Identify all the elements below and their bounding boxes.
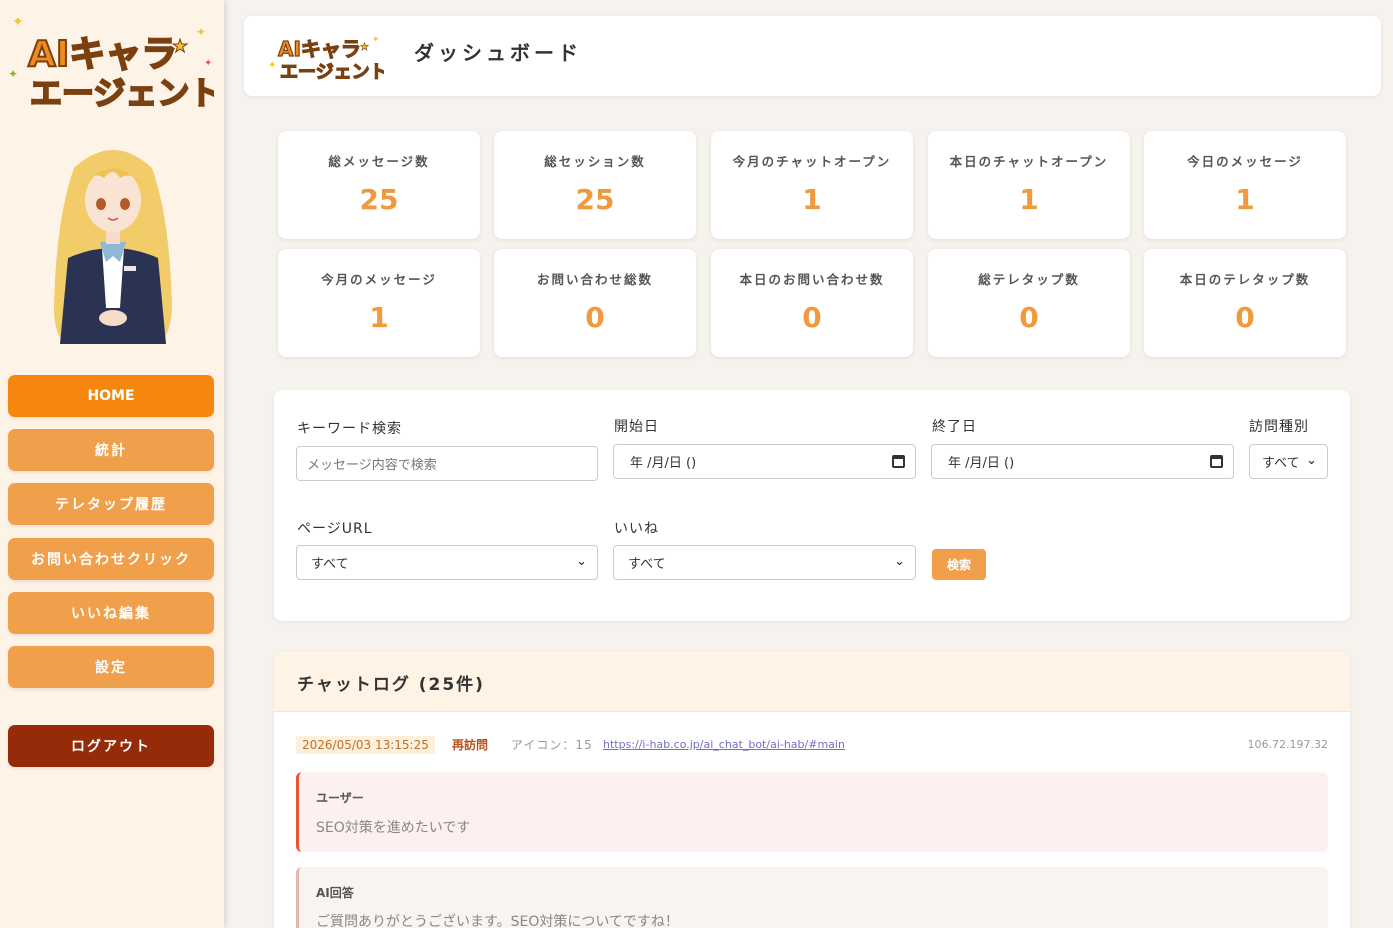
svg-text:✦: ✦ — [8, 67, 18, 81]
chat-log-title: チャットログ (25件) — [297, 675, 485, 695]
start-date-label: 開始日 — [614, 419, 659, 435]
stat-label: 今月のメッセージ — [321, 272, 437, 287]
user-message-label: ユーザー — [316, 791, 364, 805]
stat-card: 本日のチャットオープン 1 — [928, 131, 1130, 239]
visit-type-badge: 再訪問 — [452, 738, 489, 752]
svg-text:✦: ✦ — [268, 60, 276, 71]
start-date-input[interactable]: 年 /月/日 () — [613, 444, 916, 479]
stat-card: 総メッセージ数 25 — [278, 131, 480, 239]
ai-message-label: AI回答 — [316, 886, 354, 900]
like-select[interactable]: すべて ⌄ — [613, 545, 916, 580]
sidebar-item-like-edit[interactable]: いいね編集 — [8, 592, 214, 634]
end-date-value: 年 /月/日 () — [948, 456, 1015, 471]
sidebar-item-settings[interactable]: 設定 — [8, 646, 214, 688]
svg-text:✦: ✦ — [204, 58, 212, 69]
stat-label: 本日のチャットオープン — [949, 154, 1109, 169]
log-page-url-link[interactable]: https://i-hab.co.jp/ai_chat_bot/ai-hab/#… — [603, 738, 845, 751]
logout-button[interactable]: ログアウト — [8, 725, 214, 767]
stat-label: 本日のテレタップ数 — [1179, 272, 1311, 287]
chat-log-panel: チャットログ (25件) 2026/05/03 13:15:25 再訪問 アイコ… — [274, 652, 1350, 928]
stat-value: 1 — [1235, 183, 1255, 216]
page-url-value: すべて — [311, 557, 349, 572]
stat-card: 今月のチャットオープン 1 — [711, 131, 913, 239]
stat-card: お問い合わせ総数 0 — [494, 249, 696, 357]
stat-label: お問い合わせ総数 — [536, 272, 653, 287]
svg-text:✦: ✦ — [196, 25, 206, 39]
ai-message-text: ご質問ありがとうございます。SEO対策についてですね！ — [316, 914, 679, 928]
search-filter-panel: キーワード検索 メッセージ内容で検索 開始日 年 /月/日 () 終了日 年 /… — [274, 390, 1350, 621]
stat-card: 本日のお問い合わせ数 0 — [711, 249, 913, 357]
log-ip-address: 106.72.197.32 — [1247, 738, 1328, 751]
log-icon-id: アイコン：15 — [511, 738, 593, 752]
stat-value: 0 — [802, 301, 822, 334]
start-date-value: 年 /月/日 () — [630, 456, 697, 471]
header-logo-line1: AIキャラ — [278, 37, 361, 61]
sidebar-item-stats[interactable]: 統計 — [8, 429, 214, 471]
stat-card: 総テレタップ数 0 — [928, 249, 1130, 357]
like-label: いいね — [614, 521, 659, 537]
like-value: すべて — [628, 557, 666, 572]
svg-text:★: ★ — [360, 42, 369, 53]
user-message-text: SEO対策を進めたいです — [316, 820, 471, 836]
stat-value: 1 — [369, 301, 389, 334]
header-logo[interactable]: ✦ ✦ AIキャラ エージェント ★ — [266, 28, 388, 84]
sidebar-item-home[interactable]: HOME — [8, 375, 214, 417]
chat-log-header: チャットログ (25件) — [274, 652, 1350, 712]
keyword-search-input[interactable]: メッセージ内容で検索 — [296, 446, 598, 481]
stat-label: 総テレタップ数 — [978, 272, 1080, 287]
calendar-icon[interactable] — [892, 455, 905, 468]
end-date-input[interactable]: 年 /月/日 () — [931, 444, 1234, 479]
stat-value: 0 — [585, 301, 605, 334]
sidebar-item-teletap-history[interactable]: テレタップ履歴 — [8, 483, 214, 525]
ai-message: AI回答 ご質問ありがとうございます。SEO対策についてですね！ — [296, 867, 1328, 928]
stat-label: 総セッション数 — [544, 154, 646, 169]
svg-text:✦: ✦ — [12, 18, 24, 30]
sidebar: ✦ ✦ ✦ ✦ AIキャラ エージェント ★ HOME 統計 テレタップ履歴 お… — [0, 0, 224, 928]
stat-card: 今日のメッセージ 1 — [1144, 131, 1346, 239]
chevron-down-icon: ⌄ — [1306, 453, 1317, 468]
logo-line2: エージェント — [30, 74, 214, 110]
user-message: ユーザー SEO対策を進めたいです — [296, 772, 1328, 852]
header-logo-line2: エージェント — [280, 62, 384, 83]
stat-value: 25 — [359, 183, 399, 216]
chevron-down-icon: ⌄ — [576, 554, 587, 569]
stat-card: 総セッション数 25 — [494, 131, 696, 239]
visit-type-value: すべて — [1262, 456, 1300, 471]
log-timestamp: 2026/05/03 13:15:25 — [296, 736, 435, 754]
logo-line1: AIキャラ — [28, 34, 177, 75]
stat-value: 0 — [1235, 301, 1255, 334]
keyword-label: キーワード検索 — [297, 421, 402, 437]
chevron-down-icon: ⌄ — [894, 554, 905, 569]
stat-value: 1 — [1019, 183, 1039, 216]
brand-logo[interactable]: ✦ ✦ ✦ ✦ AIキャラ エージェント ★ — [8, 14, 222, 113]
stat-card: 本日のテレタップ数 0 — [1144, 249, 1346, 357]
end-date-label: 終了日 — [932, 419, 977, 435]
character-avatar — [44, 138, 182, 344]
svg-text:✦: ✦ — [372, 35, 380, 45]
stat-label: 本日のお問い合わせ数 — [739, 272, 885, 287]
svg-text:★: ★ — [172, 36, 188, 57]
page-header: ✦ ✦ AIキャラ エージェント ★ ダッシュボード — [244, 16, 1381, 96]
stat-label: 総メッセージ数 — [328, 154, 430, 169]
calendar-icon[interactable] — [1210, 455, 1223, 468]
stat-value: 1 — [802, 183, 822, 216]
stat-value: 0 — [1019, 301, 1039, 334]
search-button[interactable]: 検索 — [932, 549, 986, 580]
stat-card: 今月のメッセージ 1 — [278, 249, 480, 357]
stat-label: 今日のメッセージ — [1187, 154, 1303, 169]
visit-type-select[interactable]: すべて ⌄ — [1249, 444, 1328, 479]
stat-label: 今月のチャットオープン — [732, 154, 892, 169]
page-url-select[interactable]: すべて ⌄ — [296, 545, 598, 580]
visit-type-label: 訪問種別 — [1249, 419, 1309, 435]
page-title: ダッシュボード — [414, 41, 582, 65]
stat-value: 25 — [575, 183, 615, 216]
sidebar-item-contact-clicks[interactable]: お問い合わせクリック — [8, 538, 214, 580]
page-url-label: ページURL — [297, 521, 373, 537]
